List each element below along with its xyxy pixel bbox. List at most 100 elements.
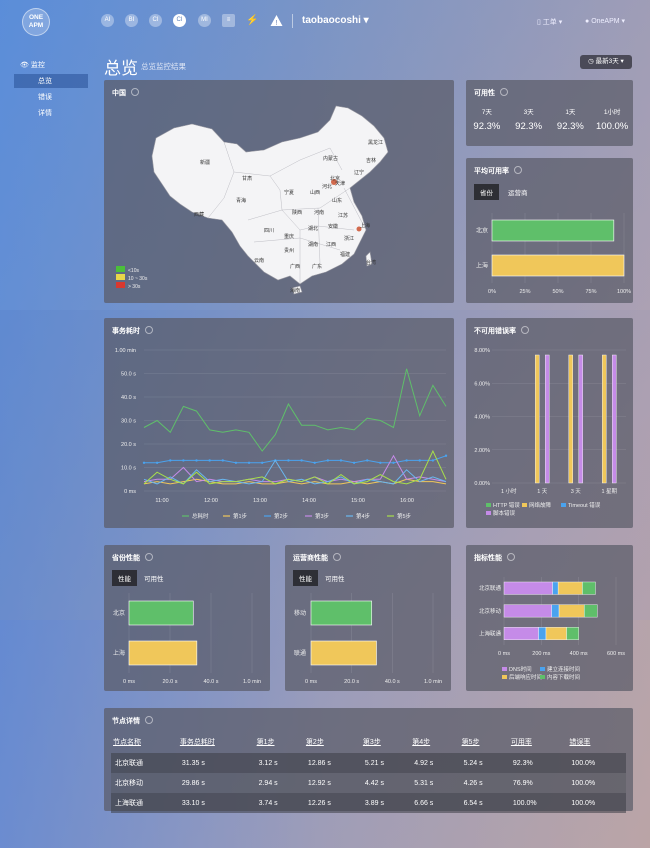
y-tick-label: 50.0 s [121, 372, 136, 378]
table-cell: 100.0% [508, 793, 568, 813]
bar-segment [558, 604, 585, 618]
table-cell: 上海联通 [111, 793, 178, 813]
sidebar-item-details[interactable]: 详情 [14, 106, 88, 120]
ai-icon[interactable]: AI [101, 14, 114, 27]
province-fujian: 福建 [340, 251, 350, 258]
province-zhejiang: 浙江 [344, 235, 354, 242]
legend-swatch [540, 667, 545, 671]
help-icon[interactable] [500, 88, 508, 96]
x-tick-label: 1 星期 [601, 488, 617, 495]
series-line [143, 368, 447, 452]
tick-label: 0 ms [123, 679, 135, 685]
bar-segment [584, 604, 598, 618]
bi-icon[interactable]: BI [125, 14, 138, 27]
province-heilongjiang: 黑龙江 [368, 139, 383, 146]
legend-label-medium: 10 ~ 30s [128, 276, 148, 282]
table-cell: 92.3% [508, 753, 568, 773]
avg-availability-panel: 平均可用率 省份 运营商 0% 25% 50% 75% 100% 北京 上海 [466, 158, 633, 303]
category-label: 上海 [113, 649, 125, 657]
workorder-menu[interactable]: ▯ 工单 ▾ [537, 17, 562, 27]
plug-icon[interactable]: ⚡ [246, 14, 259, 27]
province-shanxi: 山西 [310, 189, 320, 196]
user-menu[interactable]: ● OneAPM ▾ [585, 17, 625, 25]
legend-label: 脚本错误 [493, 509, 516, 517]
help-icon[interactable] [145, 716, 153, 724]
legend-label: 第5步 [397, 512, 412, 520]
mi-icon[interactable]: MI [198, 14, 211, 27]
data-point [287, 459, 290, 462]
column-header[interactable]: 事务总耗时 [178, 733, 255, 753]
bar [545, 354, 550, 484]
tick-label: 100% [617, 289, 631, 295]
time-range-label: 最新3天 ▾ [595, 58, 624, 65]
legend-swatch-slow [116, 282, 125, 288]
app-selector[interactable]: taobaocoshi ▾ [302, 15, 369, 26]
isp-perf-chart: 0 ms 20.0 s 40.0 s 1.0 min 移动联通 [294, 593, 442, 685]
tick-label: 20.0 s [163, 679, 178, 685]
category-label: 上海 [476, 262, 488, 270]
data-point [379, 461, 382, 464]
availability-headers: 7天 3天 1天 1小时 [466, 106, 633, 116]
bar-segment [503, 581, 553, 595]
tick-label: 50% [552, 289, 563, 295]
data-point [366, 459, 369, 462]
table-cell: 5.21 s [360, 753, 411, 773]
x-tick-label: 1 天 [537, 488, 548, 495]
alert-icon[interactable]: ! [270, 14, 283, 27]
province-qinghai: 青海 [236, 197, 246, 204]
data-point [182, 459, 185, 462]
x-tick-label: 1 小时 [501, 487, 517, 495]
time-range-dropdown[interactable]: ◷ 最新3天 ▾ [580, 55, 632, 69]
x-tick-label: 3 天 [571, 488, 582, 495]
bar-segment [538, 627, 547, 640]
table-cell: 5.24 s [459, 753, 509, 773]
bar-segment [551, 604, 560, 618]
metric-perf-chart: 0 ms 200 ms 400 ms 600 ms 北京联通北京移动上海联通 DNS时间 建… [479, 577, 625, 681]
table-row[interactable]: 上海联通 33.10 s 3.74 s 12.26 s 3.89 s 6.66 … [111, 793, 626, 813]
table-cell: 76.9% [508, 773, 568, 793]
grid-icon[interactable]: ≡ [222, 14, 235, 27]
y-tick-label: 4.00% [474, 415, 490, 421]
bar [310, 600, 373, 626]
category-label: 北京联通 [479, 584, 502, 592]
ci-icon[interactable]: CI [149, 14, 162, 27]
bar [491, 254, 625, 277]
legend-swatch [502, 675, 507, 679]
oneapm-logo[interactable]: ONE APM [22, 8, 50, 36]
table-cell: 33.10 s [177, 793, 255, 813]
province-jilin: 吉林 [366, 157, 376, 164]
availability-value-1h: 100.0% [596, 121, 629, 132]
column-header[interactable]: 第1步 [255, 733, 304, 753]
table-cell: 4.92 s [410, 753, 460, 773]
sidebar-item-overview[interactable]: 总览 [14, 74, 88, 88]
table-row[interactable]: 北京联通 31.35 s 3.12 s 12.86 s 5.21 s 4.92 … [111, 753, 626, 773]
table-cell: 29.86 s [177, 773, 255, 793]
cloud-insight-icon[interactable]: CI [173, 14, 186, 27]
column-header[interactable]: 第4步 [410, 733, 459, 753]
tick-label: 0% [488, 289, 496, 295]
y-tick-label: 8.00% [474, 348, 490, 354]
availability-title-text: 可用性 [474, 90, 495, 97]
column-header[interactable]: 第2步 [304, 733, 361, 753]
column-header[interactable]: 可用率 [509, 733, 568, 753]
x-tick-label: 15:00 [351, 498, 365, 504]
column-header[interactable]: 节点名称 [111, 733, 178, 753]
sidebar-section-monitor[interactable]: 👁 监控 [14, 58, 88, 72]
legend-swatch-medium [116, 274, 125, 280]
data-point [418, 459, 421, 462]
avg-availability-chart: 0% 25% 50% 75% 100% 北京上海 [476, 213, 631, 295]
column-header[interactable]: 第5步 [460, 733, 509, 753]
table-cell: 北京移动 [111, 773, 178, 793]
sidebar-item-errors[interactable]: 错误 [14, 90, 88, 104]
table-row[interactable]: 北京移动 29.86 s 2.94 s 12.92 s 4.42 s 5.31 … [111, 773, 626, 793]
column-header[interactable]: 第3步 [361, 733, 410, 753]
tick-label: 1.0 min [243, 679, 261, 685]
province-perf-panel: 省份性能 性能 可用性 0 ms 20.0 s 40.0 s 1.0 min 北京 上海 [104, 545, 270, 691]
x-tick-label: 13:00 [253, 498, 267, 504]
china-outline-shape[interactable] [151, 105, 389, 285]
china-map: 黑龙江 吉林 辽宁 内蒙古 北京 天津 河北 新疆 甘肃 宁夏 山西 山东 青海… [116, 105, 389, 295]
legend-swatch [486, 511, 491, 515]
column-header[interactable]: 错误率 [567, 733, 626, 753]
map-legend: <10s 10 ~ 30s > 30s [116, 266, 148, 290]
legend-label: 总耗时 [192, 512, 209, 520]
